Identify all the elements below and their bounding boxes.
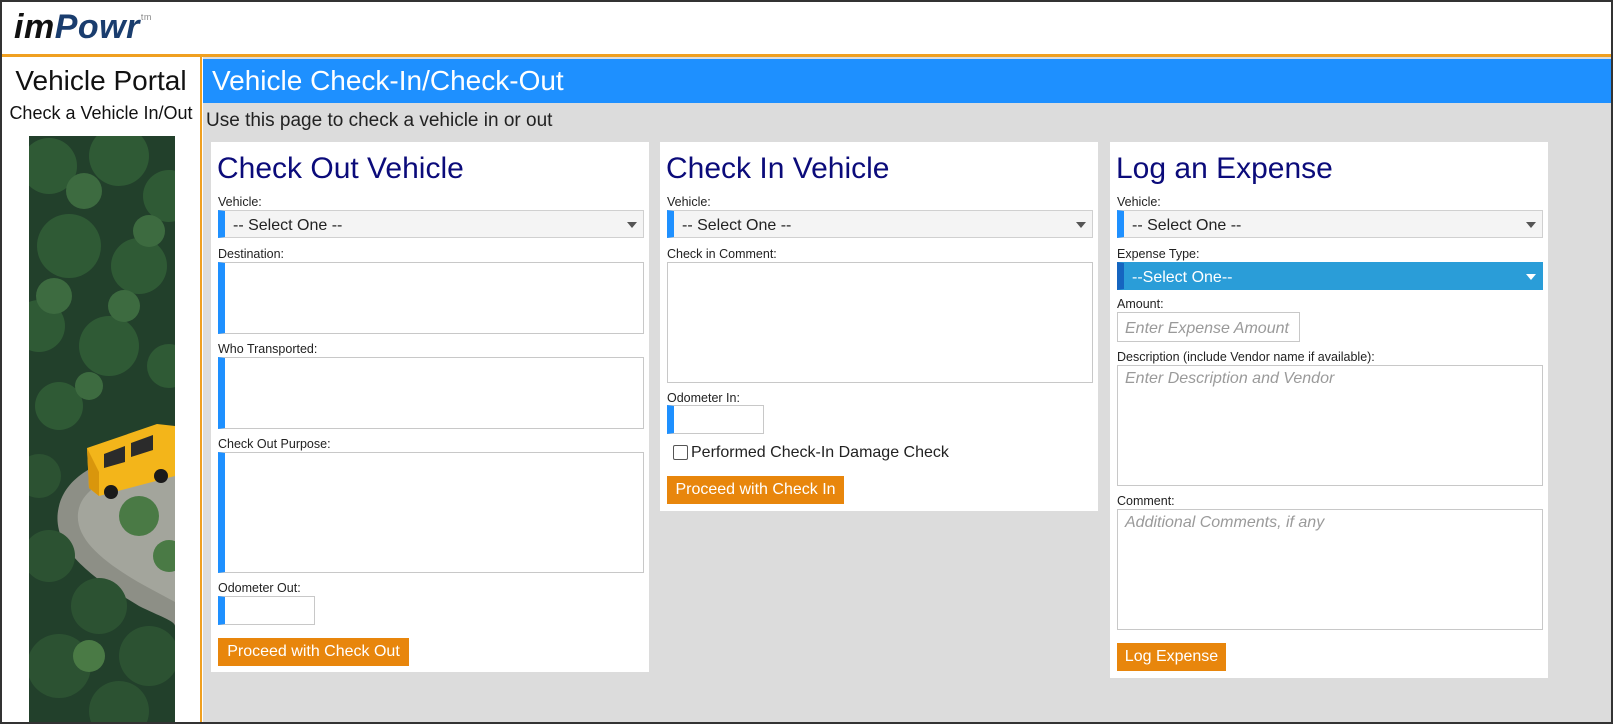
who-transported-field[interactable] (218, 357, 644, 429)
app-frame: imPowrtm Vehicle Portal Check a Vehicle … (0, 0, 1613, 724)
chevron-down-icon (1076, 222, 1086, 228)
chevron-down-icon (1526, 274, 1536, 280)
odometer-in-field[interactable] (667, 405, 764, 434)
checkout-panel: Check Out Vehicle Vehicle: -- Select One… (211, 142, 649, 672)
amount-label: Amount: (1117, 297, 1164, 311)
logo-im: im (14, 8, 55, 46)
expense-type-value: --Select One-- (1132, 269, 1233, 286)
checkin-title: Check In Vehicle (666, 152, 890, 185)
expense-vehicle-select[interactable]: -- Select One -- (1117, 210, 1543, 238)
sidebar-van-image (29, 136, 175, 722)
chevron-down-icon (627, 222, 637, 228)
odometer-in-label: Odometer In: (667, 391, 740, 405)
checkout-vehicle-label: Vehicle: (218, 195, 262, 209)
checkin-vehicle-value: -- Select One -- (682, 217, 792, 234)
checkout-vehicle-value: -- Select One -- (233, 217, 343, 234)
proceed-checkin-button[interactable]: Proceed with Check In (667, 476, 844, 504)
expense-type-label: Expense Type: (1117, 247, 1200, 261)
damage-check-checkbox[interactable] (673, 445, 688, 460)
logo-powr: Powr (54, 8, 140, 46)
top-header: imPowrtm (2, 2, 1611, 57)
odometer-out-label: Odometer Out: (218, 581, 301, 595)
sidebar: Vehicle Portal Check a Vehicle In/Out (2, 57, 202, 722)
log-expense-button[interactable]: Log Expense (1117, 643, 1226, 671)
description-label: Description (include Vendor name if avai… (1117, 350, 1375, 364)
checkin-panel: Check In Vehicle Vehicle: -- Select One … (660, 142, 1098, 511)
checkin-comment-field[interactable] (667, 262, 1093, 383)
expense-vehicle-value: -- Select One -- (1132, 217, 1242, 234)
checkout-purpose-field[interactable] (218, 452, 644, 573)
checkout-purpose-label: Check Out Purpose: (218, 437, 331, 451)
checkin-vehicle-select[interactable]: -- Select One -- (667, 210, 1093, 238)
destination-label: Destination: (218, 247, 285, 261)
who-transported-label: Who Transported: (218, 342, 318, 356)
expense-panel: Log an Expense Vehicle: -- Select One --… (1110, 142, 1548, 678)
comment-textarea[interactable]: Additional Comments, if any (1117, 509, 1543, 630)
amount-placeholder: Enter Expense Amount (1125, 320, 1289, 337)
page-intro: Use this page to check a vehicle in or o… (206, 110, 553, 131)
main-content: Vehicle Check-In/Check-Out Use this page… (203, 57, 1611, 722)
page-banner: Vehicle Check-In/Check-Out (203, 59, 1611, 103)
proceed-checkout-button[interactable]: Proceed with Check Out (218, 638, 409, 666)
description-placeholder: Enter Description and Vendor (1125, 370, 1335, 387)
logo-tm: tm (140, 12, 152, 22)
amount-input[interactable]: Enter Expense Amount (1117, 312, 1300, 342)
sidebar-subtitle: Check a Vehicle In/Out (9, 103, 193, 123)
chevron-down-icon (1526, 222, 1536, 228)
damage-check-label: Performed Check-In Damage Check (691, 444, 949, 461)
checkout-vehicle-select[interactable]: -- Select One -- (218, 210, 644, 238)
expense-type-select[interactable]: --Select One-- (1117, 262, 1543, 290)
expense-vehicle-label: Vehicle: (1117, 195, 1161, 209)
page-title: Vehicle Check-In/Check-Out (212, 65, 564, 96)
sidebar-title: Vehicle Portal (15, 65, 187, 96)
odometer-out-field[interactable] (218, 596, 315, 625)
checkin-vehicle-label: Vehicle: (667, 195, 711, 209)
impowr-logo[interactable]: imPowrtm (14, 8, 152, 47)
comment-placeholder: Additional Comments, if any (1125, 514, 1325, 531)
destination-field[interactable] (218, 262, 644, 334)
checkin-comment-label: Check in Comment: (667, 247, 777, 261)
expense-title: Log an Expense (1116, 152, 1333, 185)
checkout-title: Check Out Vehicle (217, 152, 464, 185)
description-textarea[interactable]: Enter Description and Vendor (1117, 365, 1543, 486)
comment-label: Comment: (1117, 494, 1175, 508)
